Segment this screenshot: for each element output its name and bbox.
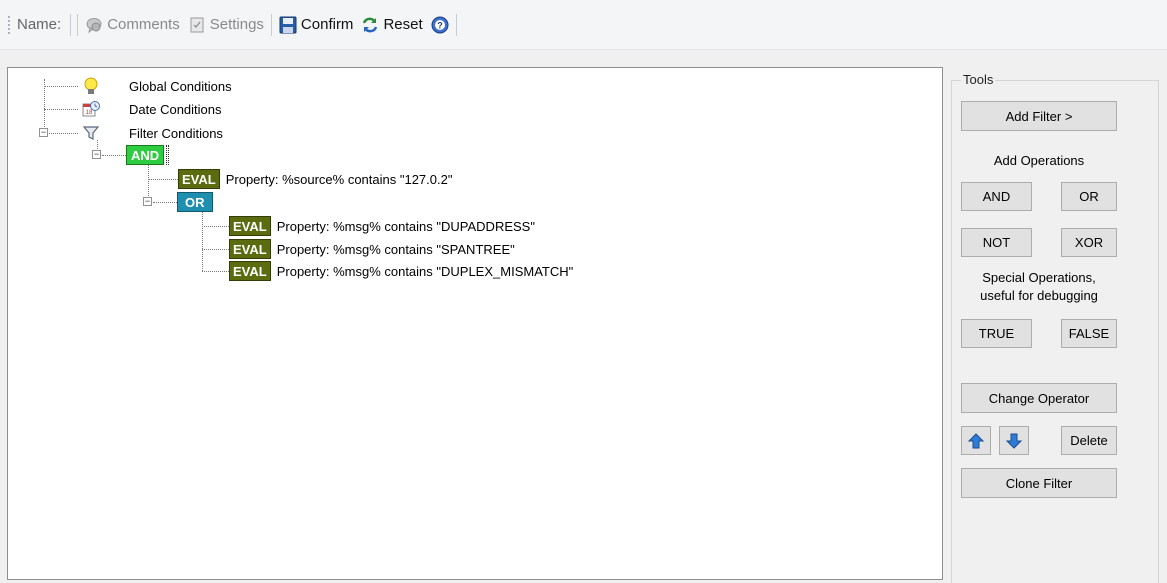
save-icon — [279, 16, 297, 34]
tree-node-or[interactable]: OR — [177, 192, 213, 212]
svg-text:18: 18 — [86, 110, 93, 116]
tree-connector — [44, 109, 78, 110]
tree-connector — [202, 271, 229, 272]
tree-connector — [202, 249, 229, 250]
reset-button[interactable]: Reset — [357, 13, 426, 37]
funnel-icon — [82, 124, 100, 142]
not-button[interactable]: NOT — [961, 228, 1032, 257]
comments-button[interactable]: Comments — [81, 13, 184, 37]
xor-button[interactable]: XOR — [1061, 228, 1117, 257]
collapse-and-toggle[interactable]: − — [92, 150, 101, 159]
filter-tree[interactable]: − − − Global Conditions 18 Date Conditio… — [7, 67, 943, 580]
and-button[interactable]: AND — [961, 182, 1032, 211]
eval-condition-text: Property: %msg% contains "SPANTREE" — [276, 241, 515, 257]
tree-connector — [102, 155, 126, 156]
global-conditions-label: Global Conditions — [129, 78, 232, 94]
eval-condition-text: Property: %msg% contains "DUPADDRESS" — [276, 218, 535, 234]
toolbar-grip[interactable] — [8, 15, 11, 34]
confirm-button[interactable]: Confirm — [275, 13, 358, 37]
toolbar-separator — [270, 13, 272, 36]
tree-node-and[interactable]: AND — [126, 145, 170, 165]
tree-connector — [44, 86, 78, 87]
or-operator-badge: OR — [177, 192, 213, 212]
toolbar: Name: Comments Settings Confirm Reset ? — [0, 0, 1167, 50]
eval-condition-text: Property: %msg% contains "DUPLEX_MISMATC… — [276, 263, 574, 279]
comments-label: Comments — [107, 16, 180, 33]
tree-node-date-conditions[interactable]: 18 Date Conditions — [82, 99, 222, 119]
add-operations-label: Add Operations — [993, 153, 1085, 168]
tree-node-global-conditions[interactable]: Global Conditions — [82, 76, 232, 96]
selection-caret — [166, 145, 170, 165]
svg-text:?: ? — [437, 20, 443, 30]
settings-icon — [188, 16, 206, 34]
special-operations-label: Special Operations, — [982, 270, 1096, 285]
true-button[interactable]: TRUE — [961, 319, 1032, 348]
arrow-down-icon — [1005, 432, 1023, 450]
move-up-button[interactable] — [961, 426, 991, 455]
tools-legend: Tools — [961, 72, 996, 87]
tree-node-filter-conditions[interactable]: Filter Conditions — [82, 123, 223, 143]
tree-connector — [202, 212, 203, 271]
eval-badge: EVAL — [229, 261, 271, 281]
name-label: Name: — [17, 16, 62, 33]
delete-button[interactable]: Delete — [1061, 426, 1117, 455]
date-conditions-label: Date Conditions — [129, 101, 222, 117]
collapse-or-toggle[interactable]: − — [143, 197, 152, 206]
help-button[interactable]: ? — [427, 13, 453, 37]
change-operator-button[interactable]: Change Operator — [961, 383, 1117, 413]
add-filter-button[interactable]: Add Filter > — [961, 101, 1117, 131]
refresh-icon — [361, 16, 379, 34]
tree-connector — [148, 179, 178, 180]
collapse-filter-conditions-toggle[interactable]: − — [39, 128, 48, 137]
tree-node-eval[interactable]: EVAL Property: %msg% contains "DUPADDRES… — [229, 216, 535, 236]
toolbar-separator — [77, 13, 79, 36]
filter-conditions-label: Filter Conditions — [129, 125, 223, 141]
and-operator-badge: AND — [126, 145, 165, 165]
toolbar-separator — [70, 13, 72, 36]
tree-connector — [44, 79, 45, 133]
tree-connector — [153, 202, 177, 203]
clone-filter-button[interactable]: Clone Filter — [961, 468, 1117, 498]
tree-node-eval[interactable]: EVAL Property: %msg% contains "SPANTREE" — [229, 239, 515, 259]
eval-badge: EVAL — [229, 239, 271, 259]
tools-panel: Tools Add Filter > Add Operations AND OR… — [951, 69, 1159, 583]
arrow-up-icon — [967, 432, 985, 450]
calendar-clock-icon: 18 — [82, 100, 100, 118]
tree-node-eval[interactable]: EVAL Property: %msg% contains "DUPLEX_MI… — [229, 261, 573, 281]
eval-badge: EVAL — [178, 169, 220, 189]
lightbulb-icon — [82, 77, 100, 95]
eval-condition-text: Property: %source% contains "127.0.2" — [225, 171, 453, 187]
toolbar-separator — [455, 13, 457, 36]
tree-connector — [202, 226, 229, 227]
tree-connector — [49, 133, 78, 134]
move-down-button[interactable] — [999, 426, 1029, 455]
reset-label: Reset — [383, 16, 423, 33]
settings-button[interactable]: Settings — [184, 13, 268, 37]
help-icon: ? — [431, 16, 449, 34]
special-operations-sublabel: useful for debugging — [980, 288, 1098, 303]
confirm-label: Confirm — [300, 16, 354, 33]
false-button[interactable]: FALSE — [1061, 319, 1117, 348]
comments-icon — [85, 16, 103, 34]
or-button[interactable]: OR — [1061, 182, 1117, 211]
eval-badge: EVAL — [229, 216, 271, 236]
settings-label: Settings — [209, 16, 264, 33]
tree-node-eval[interactable]: EVAL Property: %source% contains "127.0.… — [178, 169, 452, 189]
